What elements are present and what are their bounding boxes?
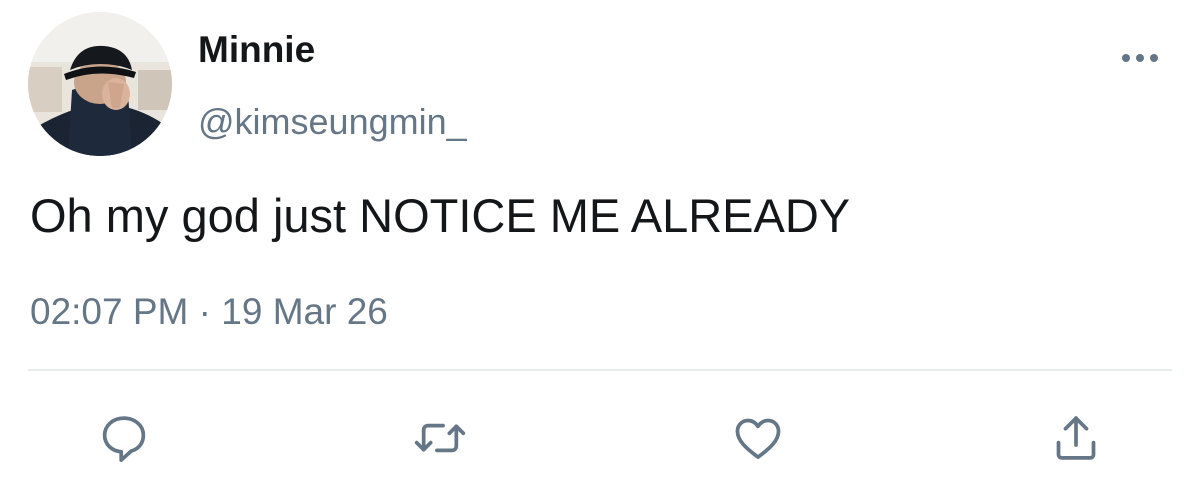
tweet-text: Oh my god just NOTICE ME ALREADY: [30, 189, 851, 242]
reply-icon: [102, 416, 146, 463]
like-icon: [735, 418, 781, 459]
more-options-button[interactable]: [1118, 44, 1162, 72]
profile-photo-icon: [28, 12, 172, 156]
retweet-button[interactable]: [410, 408, 470, 468]
display-name[interactable]: Minnie: [198, 30, 315, 70]
share-icon: [1056, 416, 1096, 460]
tweet-date: 19 Mar 26: [221, 291, 388, 332]
tweet-timestamp[interactable]: 02:07 PM · 19 Mar 26: [30, 292, 388, 332]
meta-separator: ·: [198, 291, 211, 332]
tweet-time: 02:07 PM: [30, 291, 189, 332]
more-dots-icon: [1122, 54, 1158, 62]
reply-button[interactable]: [94, 408, 154, 468]
share-button[interactable]: [1046, 408, 1106, 468]
user-handle[interactable]: @kimseungmin_: [198, 102, 467, 142]
like-button[interactable]: [728, 408, 788, 468]
tweet-card: Minnie @kimseungmin_ Oh my god just NOTI…: [0, 0, 1200, 484]
retweet-icon: [414, 423, 466, 453]
avatar[interactable]: [28, 12, 172, 156]
divider: [28, 369, 1172, 371]
